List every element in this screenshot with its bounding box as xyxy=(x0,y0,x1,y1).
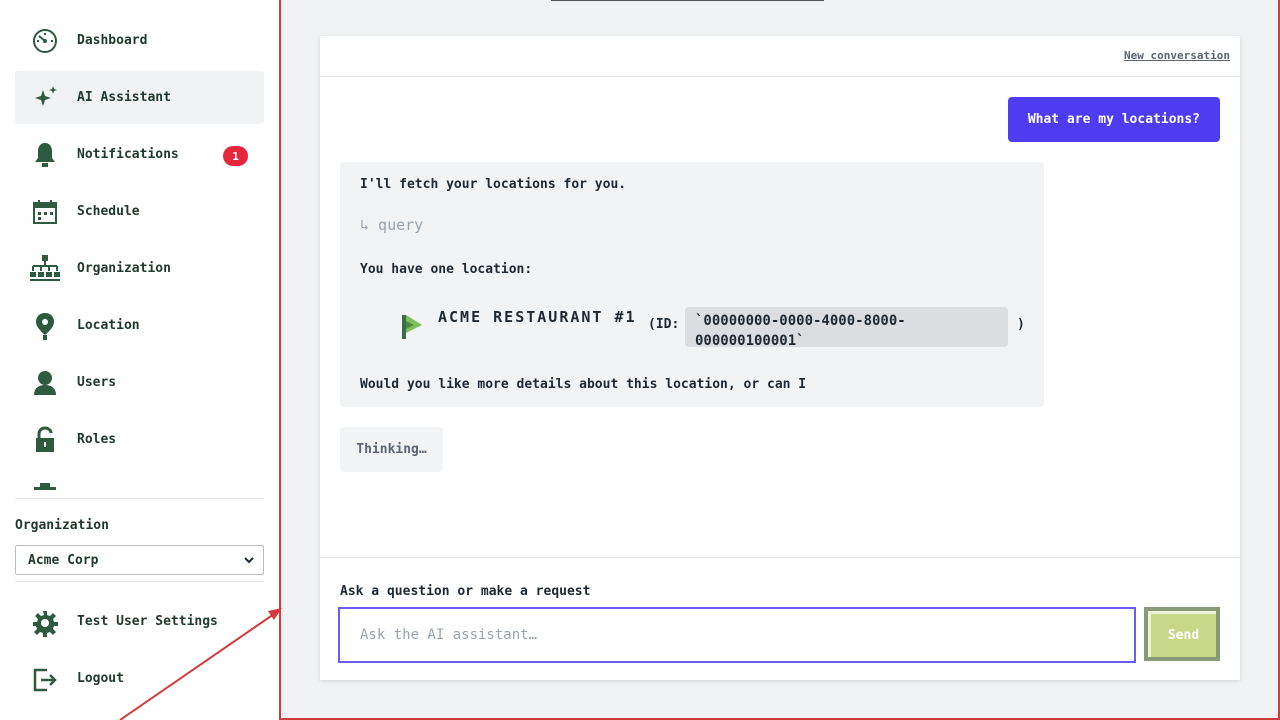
sidebar-item-label: AI Assistant xyxy=(77,90,171,105)
dashboard-icon xyxy=(29,26,61,56)
sidebar-item-logout[interactable]: Logout xyxy=(15,653,264,706)
assistant-followup: Would you like more details about this l… xyxy=(360,377,807,392)
sidebar-item-label: Organization xyxy=(77,261,171,276)
notification-badge: 1 xyxy=(223,146,248,166)
partial-link-underline xyxy=(551,0,824,1)
sidebar-divider xyxy=(15,581,264,582)
send-button-label: Send xyxy=(1148,611,1216,657)
location-flag-icon xyxy=(402,313,424,339)
assistant-summary: You have one location: xyxy=(360,262,533,277)
sidebar-item-schedule[interactable]: Schedule xyxy=(15,185,264,238)
user-message: What are my locations? xyxy=(1007,97,1220,142)
sidebar-item-more[interactable] xyxy=(15,470,264,492)
logout-icon xyxy=(29,665,61,695)
sidebar-divider xyxy=(15,498,264,499)
chat-panel: New conversation What are my locations? … xyxy=(320,36,1240,680)
organization-select-value: Acme Corp xyxy=(28,552,99,568)
bell-icon xyxy=(29,140,61,170)
chat-header: New conversation xyxy=(320,36,1240,77)
sidebar-item-notifications[interactable]: Notifications 1 xyxy=(15,128,264,181)
sidebar: Dashboard AI Assistant Notifications 1 S… xyxy=(0,0,280,720)
location-id-suffix: ) xyxy=(1017,317,1025,332)
sidebar-item-settings[interactable]: Test User Settings xyxy=(15,596,264,649)
sidebar-item-label: Logout xyxy=(77,671,124,686)
tool-call-label: ↳ query xyxy=(360,216,424,234)
organization-label: Organization xyxy=(15,518,109,533)
location-id-prefix: (ID: xyxy=(648,317,680,332)
assistant-message: I'll fetch your locations for you. ↳ que… xyxy=(340,162,1044,407)
sidebar-item-dashboard[interactable]: Dashboard xyxy=(15,14,264,67)
sidebar-item-roles[interactable]: Roles xyxy=(15,413,264,466)
organization-select[interactable]: Acme Corp xyxy=(15,545,264,575)
sidebar-nav: Dashboard AI Assistant Notifications 1 S… xyxy=(15,14,264,492)
sidebar-item-label: Schedule xyxy=(77,204,140,219)
calendar-icon xyxy=(29,197,61,227)
sidebar-item-ai-assistant[interactable]: AI Assistant xyxy=(15,71,264,124)
chat-input-area: Ask a question or make a request Ask the… xyxy=(320,557,1240,680)
send-button[interactable]: Send xyxy=(1144,607,1220,661)
gear-icon xyxy=(29,608,61,638)
sidebar-item-label: Location xyxy=(77,318,140,333)
location-name: ACME RESTAURANT #1 xyxy=(438,308,637,326)
location-id-code: `00000000-0000-4000-8000-000000100001` xyxy=(685,307,1008,349)
sidebar-item-label: Roles xyxy=(77,432,117,447)
sidebar-item-organization[interactable]: Organization xyxy=(15,242,264,295)
map-pin-icon xyxy=(29,311,61,341)
clipboard-icon xyxy=(29,482,61,492)
user-icon xyxy=(29,368,61,398)
chevron-down-icon xyxy=(243,554,255,570)
chat-input[interactable]: Ask the AI assistant… xyxy=(338,607,1136,663)
thinking-indicator: Thinking… xyxy=(340,427,443,472)
sidebar-item-label: Test User Settings xyxy=(77,614,218,629)
assistant-intro: I'll fetch your locations for you. xyxy=(360,177,627,192)
sidebar-item-label: Users xyxy=(77,375,117,390)
sidebar-item-label: Dashboard xyxy=(77,33,148,48)
org-chart-icon xyxy=(29,254,61,284)
sidebar-item-location[interactable]: Location xyxy=(15,299,264,352)
sidebar-item-label: Notifications xyxy=(77,147,179,162)
chat-input-label: Ask a question or make a request xyxy=(340,584,591,599)
lock-icon xyxy=(29,425,61,455)
new-conversation-link[interactable]: New conversation xyxy=(1124,49,1230,62)
sidebar-item-users[interactable]: Users xyxy=(15,356,264,409)
sparkle-icon xyxy=(29,83,61,113)
